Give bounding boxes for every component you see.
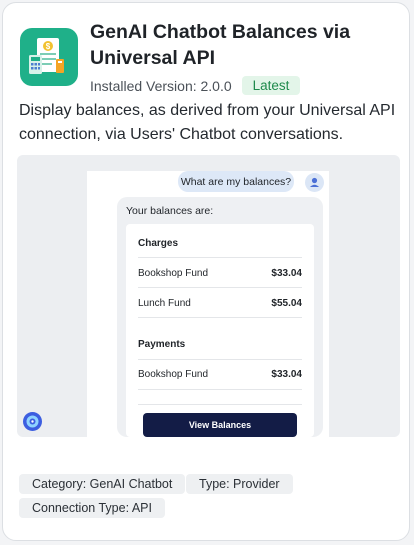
app-title: GenAI Chatbot Balances via Universal API (90, 21, 351, 69)
svg-text:$: $ (46, 42, 51, 51)
divider (138, 287, 302, 288)
version-row: Installed Version: 2.0.0 Latest (90, 76, 301, 95)
installed-version: Installed Version: 2.0.0 (90, 77, 232, 94)
balances-card: Charges Bookshop Fund $33.04 Lunch Fund … (126, 224, 314, 437)
preview-screenshot: What are my balances? Your balances are:… (17, 155, 400, 437)
tag-type: Type: Provider (186, 474, 293, 494)
app-description: Display balances, as derived from your U… (19, 102, 396, 143)
user-message-bubble: What are my balances? (178, 171, 294, 192)
divider (138, 317, 302, 318)
divider (138, 389, 302, 390)
chat-preview: What are my balances? Your balances are:… (87, 171, 329, 437)
tag-category: Category: GenAI Chatbot (19, 474, 186, 494)
balance-row-name: Bookshop Fund (138, 369, 209, 380)
user-avatar-icon (305, 173, 324, 192)
tag-connection-type: Connection Type: API (19, 498, 165, 518)
balance-row-amount: $33.04 (271, 268, 302, 279)
app-card: $ GenAI Chatbot Balances via Universal A… (2, 2, 410, 541)
view-balances-button[interactable]: View Balances (143, 413, 297, 437)
divider (138, 359, 302, 360)
bot-message-bubble: Your balances are: Charges Bookshop Fund… (117, 197, 323, 437)
bot-intro-text: Your balances are: (126, 205, 214, 217)
balance-row-name: Bookshop Fund (138, 268, 209, 279)
finance-document-icon: $ (20, 28, 78, 86)
section-title-charges: Charges (138, 238, 179, 249)
section-title-payments: Payments (138, 339, 186, 350)
divider (138, 257, 302, 258)
latest-badge: Latest (241, 76, 301, 95)
balance-row-amount: $33.04 (271, 369, 302, 380)
balance-row-name: Lunch Fund (138, 298, 191, 309)
divider (138, 404, 302, 405)
chatbot-avatar-icon (23, 412, 42, 431)
balance-row-amount: $55.04 (271, 298, 302, 309)
